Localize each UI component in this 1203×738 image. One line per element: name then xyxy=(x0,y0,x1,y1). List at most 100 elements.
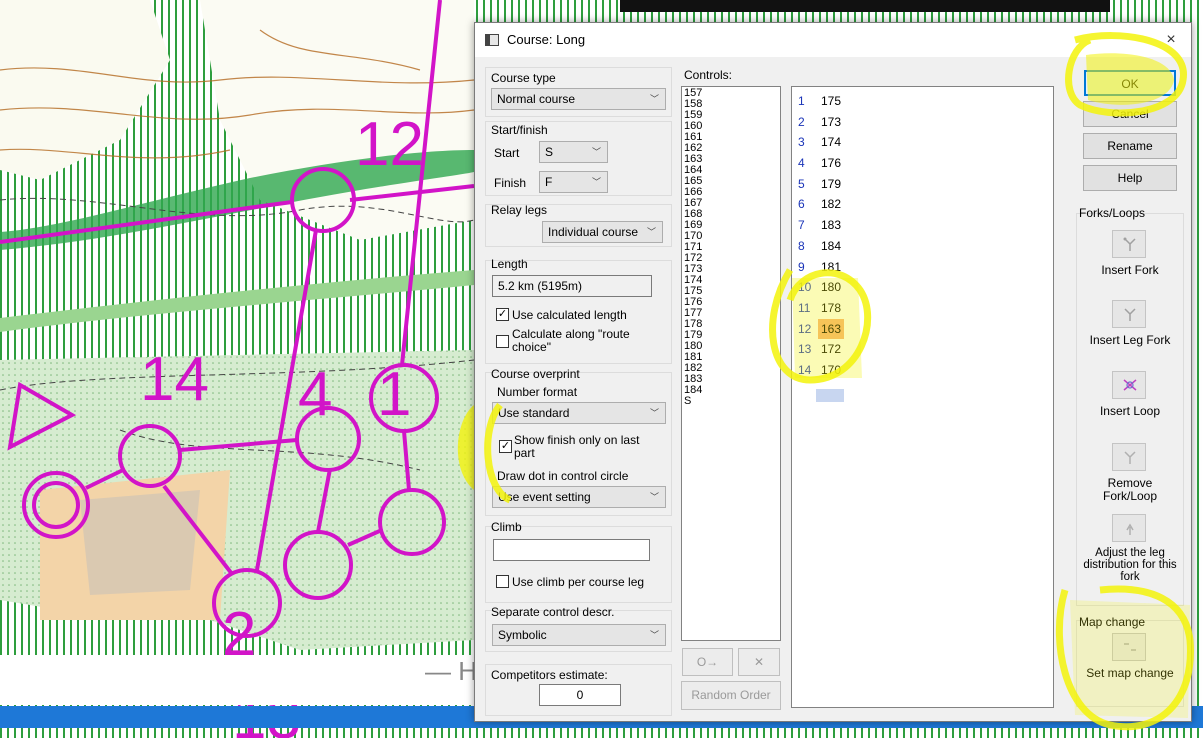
remove-fork-loop-button[interactable] xyxy=(1112,443,1146,471)
competitors-label: Competitors estimate: xyxy=(491,668,608,682)
show-finish-checkbox[interactable]: ✓ xyxy=(499,440,512,453)
finish-value: F xyxy=(545,175,553,189)
climb-field[interactable] xyxy=(493,539,650,561)
use-calculated-length-checkbox[interactable]: ✓ xyxy=(496,308,509,321)
course-row-number: 9 xyxy=(798,259,805,274)
course-row-number: 2 xyxy=(798,114,805,129)
remove-control-button[interactable]: ✕ xyxy=(738,648,780,676)
window-icon xyxy=(485,34,499,46)
start-select[interactable]: S ﹀ xyxy=(539,141,608,163)
course-row-control: 184 xyxy=(821,238,842,253)
length-label: Length xyxy=(491,257,528,271)
random-order-button[interactable]: Random Order xyxy=(681,681,781,710)
course-row-control: 183 xyxy=(821,218,842,233)
draw-dot-value: Use event setting xyxy=(498,490,591,504)
route-choice-checkbox[interactable] xyxy=(496,335,509,348)
show-finish-label: Show finish only on last part xyxy=(514,433,640,460)
descr-select[interactable]: Symbolic ﹀ xyxy=(492,624,666,646)
start-label: Start xyxy=(494,146,520,160)
draw-dot-select[interactable]: Use event setting ﹀ xyxy=(492,486,666,508)
fork-icon xyxy=(1123,237,1136,251)
course-row[interactable]: 2 173 xyxy=(792,112,1053,133)
ok-button[interactable]: OK xyxy=(1084,70,1176,96)
course-row-number: 14 xyxy=(798,362,812,377)
course-row-number: 4 xyxy=(798,156,805,171)
course-row-number: 8 xyxy=(798,238,805,253)
course-row-control: 181 xyxy=(821,259,842,274)
adjust-leg-distribution-label: Adjust the leg distribution for this for… xyxy=(1083,547,1177,583)
insert-leg-fork-label: Insert Leg Fork xyxy=(1089,333,1171,347)
course-row[interactable]: 6 182 xyxy=(792,194,1053,215)
map-label-14: 14 xyxy=(140,345,209,414)
course-row-number: 11 xyxy=(798,300,811,315)
course-type-select[interactable]: Normal course ﹀ xyxy=(491,88,666,110)
relay-legs-select[interactable]: Individual course ﹀ xyxy=(542,221,663,243)
descr-label: Separate control descr. xyxy=(491,605,615,619)
course-row[interactable]: 7 183 xyxy=(792,215,1053,236)
cancel-button[interactable]: Cancel xyxy=(1083,101,1177,127)
help-button[interactable]: Help xyxy=(1083,165,1177,191)
climb-per-leg-label: Use climb per course leg xyxy=(512,575,645,589)
course-row[interactable]: 8 184 xyxy=(792,236,1053,257)
course-row-control: 176 xyxy=(821,156,842,171)
chevron-down-icon: ﹀ xyxy=(649,492,659,502)
course-row-control: 163 xyxy=(818,318,844,339)
course-row[interactable]: 5 179 xyxy=(792,174,1053,195)
control-item[interactable]: S xyxy=(684,396,778,407)
finish-label: Finish xyxy=(494,176,527,190)
adjust-leg-distribution-button[interactable] xyxy=(1112,514,1146,542)
map-change-icon xyxy=(1124,643,1136,651)
loop-icon xyxy=(1123,379,1137,391)
course-row-control: 173 xyxy=(821,114,842,129)
course-row[interactable]: 9 181 xyxy=(792,257,1053,278)
insert-fork-label: Insert Fork xyxy=(1101,263,1159,277)
course-row[interactable]: 1 175 xyxy=(792,91,1053,112)
course-row[interactable]: 12 163 xyxy=(792,318,1053,340)
chevron-down-icon: ﹀ xyxy=(649,408,659,418)
map-bottom-text: — H xyxy=(425,656,477,686)
course-row-number: 13 xyxy=(798,342,812,357)
finish-select[interactable]: F ﹀ xyxy=(539,171,608,193)
forks-loops-label: Forks/Loops xyxy=(1079,206,1146,220)
course-row[interactable]: 3 174 xyxy=(792,132,1053,153)
course-row-number: 3 xyxy=(798,135,805,150)
insert-leg-fork-button[interactable] xyxy=(1112,300,1146,328)
course-row-control: 179 xyxy=(821,176,842,191)
course-row-control: 170 xyxy=(821,362,842,377)
map-label-4: 4 xyxy=(298,360,332,429)
map-change-label: Map change xyxy=(1079,615,1146,629)
dialog-title: Course: Long xyxy=(507,32,586,47)
chevron-down-icon: ﹀ xyxy=(643,222,656,242)
controls-list[interactable]: 157 158 159 160 161 162 163 164 165 166 167 168 169 1… xyxy=(681,86,781,641)
add-control-button[interactable]: O→ xyxy=(682,648,733,676)
climb-per-leg-checkbox[interactable] xyxy=(496,575,509,588)
descr-value: Symbolic xyxy=(498,628,547,642)
remove-fork-loop-label: Remove Fork/Loop xyxy=(1102,476,1158,503)
insert-loop-label: Insert Loop xyxy=(1099,404,1161,418)
leg-fork-icon xyxy=(1124,308,1136,321)
course-row[interactable]: 11 178 xyxy=(792,298,1053,319)
number-format-select[interactable]: Use standard ﹀ xyxy=(492,402,666,424)
chevron-down-icon: ﹀ xyxy=(591,177,601,187)
course-row-control: 180 xyxy=(821,280,842,295)
set-map-change-button[interactable] xyxy=(1112,633,1146,661)
insert-fork-button[interactable] xyxy=(1112,230,1146,258)
course-row-number: 1 xyxy=(798,94,805,108)
course-row[interactable]: 10 180 xyxy=(792,277,1053,298)
course-list-empty-slot[interactable] xyxy=(816,389,844,402)
course-row-control: 178 xyxy=(821,300,842,315)
course-row[interactable]: 14 170 xyxy=(792,360,1053,381)
climb-label: Climb xyxy=(491,520,522,534)
close-icon[interactable]: × xyxy=(1151,23,1191,57)
course-row-control: 182 xyxy=(821,197,842,212)
number-format-label: Number format xyxy=(497,385,578,399)
adjust-icon xyxy=(1126,523,1134,535)
control-item[interactable]: 184 xyxy=(684,385,778,396)
course-row-number: 5 xyxy=(798,176,805,191)
course-row[interactable]: 4 176 xyxy=(792,153,1053,174)
insert-loop-button[interactable] xyxy=(1112,371,1146,399)
course-row[interactable]: 13 172 xyxy=(792,339,1053,360)
length-field[interactable]: 5.2 km (5195m) xyxy=(492,275,652,297)
competitors-field[interactable]: 0 xyxy=(539,684,621,706)
rename-button[interactable]: Rename xyxy=(1083,133,1177,159)
